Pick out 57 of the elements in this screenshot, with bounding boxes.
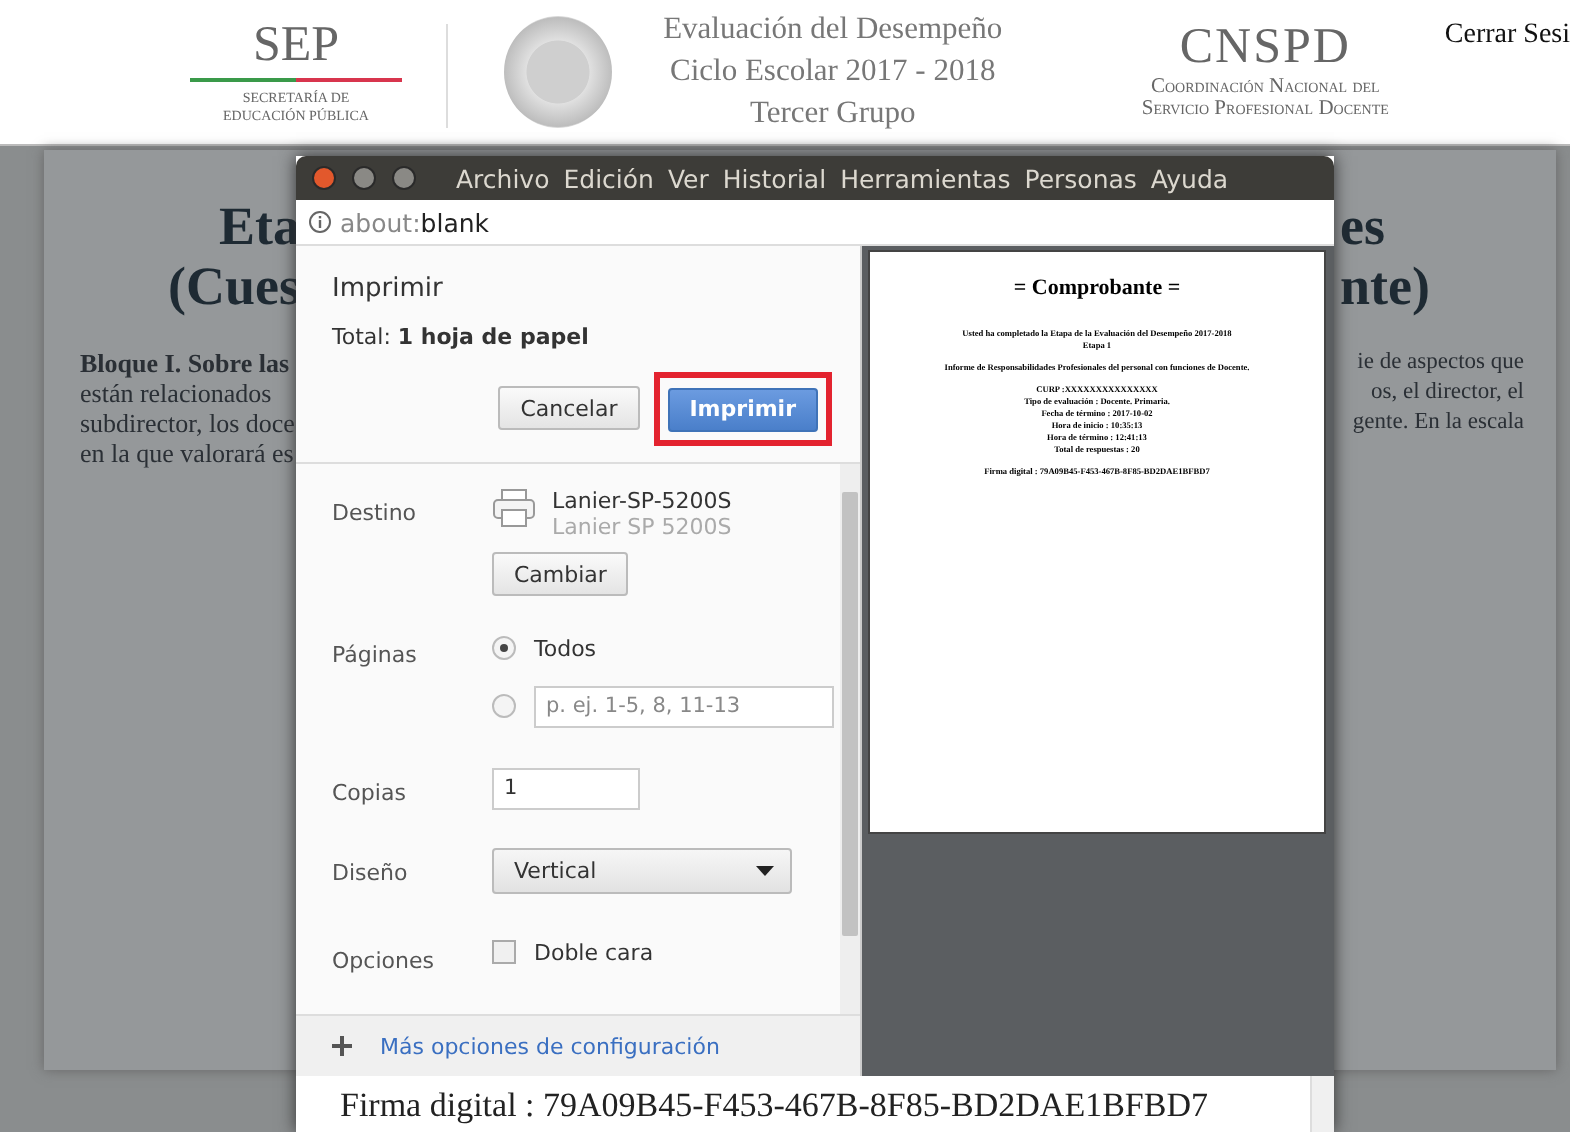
cancel-button[interactable]: Cancelar — [498, 386, 640, 431]
body-text: gente. En la escala — [1350, 408, 1524, 438]
menu-item[interactable]: Herramientas — [840, 163, 1011, 193]
checkbox-label: Doble cara — [534, 939, 654, 966]
radio-label: Todos — [534, 635, 597, 662]
signature-text: Firma digital : 79A09B45-F453-467B-8F85-BD2DAE1BFBD7 — [338, 1084, 1210, 1128]
info-icon — [308, 210, 332, 234]
caret-icon — [756, 866, 774, 877]
page-heading: Eta — [219, 196, 300, 256]
site-title: Ciclo Escolar 2017 - 2018 — [669, 52, 996, 92]
menu-item[interactable]: Personas — [1024, 163, 1137, 193]
copies-field[interactable]: 1 — [492, 767, 640, 810]
field-label: Copias — [332, 777, 408, 806]
body-text: Bloque I. Sobre las — [80, 348, 292, 378]
scrollbar[interactable] — [1310, 1076, 1334, 1132]
change-button[interactable]: Cambiar — [492, 552, 629, 596]
page-heading: nte) — [1340, 256, 1430, 316]
body-text: os, el director, el — [1369, 378, 1524, 408]
printer-icon — [492, 488, 536, 528]
body-text: en la que valorará es — [80, 438, 296, 468]
minimize-icon[interactable] — [352, 166, 376, 190]
field-label: Destino — [332, 498, 419, 526]
menu-item[interactable]: Archivo — [456, 163, 550, 193]
field-label: Páginas — [332, 639, 419, 668]
total-text: Total: 1 hoja de papel — [332, 324, 591, 350]
preview-heading: = Comprobante = — [1013, 276, 1181, 300]
scrollbar[interactable] — [840, 464, 860, 1014]
close-icon[interactable] — [312, 166, 336, 190]
plus-icon — [332, 1036, 352, 1056]
site-title: Tercer Grupo — [749, 94, 916, 134]
logo-subtitle: Coordinación Nacional del — [1148, 76, 1382, 98]
dialog-title: Imprimir — [332, 274, 445, 304]
logout-link[interactable]: Cerrar Sesi — [1444, 0, 1570, 52]
menu-item[interactable]: Ver — [667, 163, 709, 193]
body-text: ie de aspectos que — [1355, 348, 1524, 378]
field-label: Opciones — [332, 945, 436, 974]
page-range-field[interactable]: p. ej. 1-5, 8, 11-13 — [534, 685, 834, 728]
layout-select[interactable]: Vertical — [492, 848, 792, 895]
cnspd-logo-title: CNSPD — [1177, 20, 1353, 76]
sep-logo-title: SEP — [252, 20, 340, 72]
body-text: están relacionados — [80, 378, 274, 408]
checkbox[interactable] — [492, 940, 516, 965]
url-text: about:blank — [340, 207, 490, 237]
menu-item[interactable]: Edición — [563, 163, 654, 193]
radio-button[interactable] — [492, 694, 516, 719]
maximize-icon[interactable] — [392, 166, 416, 190]
printer-model: Lanier SP 5200S — [552, 514, 732, 540]
site-title: Evaluación del Desempeño — [663, 10, 1003, 50]
field-label: Diseño — [332, 858, 410, 887]
logo-subtitle: Servicio Profesional Docente — [1141, 98, 1389, 120]
menu-item[interactable]: Ayuda — [1150, 163, 1229, 193]
menu-item[interactable]: Historial — [722, 163, 827, 193]
body-text: subdirector, los doce — [80, 408, 297, 438]
page-heading: (Cues — [168, 256, 300, 316]
page-heading: es — [1340, 196, 1385, 256]
printer-name: Lanier-SP-5200S — [552, 488, 732, 514]
radio-button[interactable] — [492, 636, 516, 661]
